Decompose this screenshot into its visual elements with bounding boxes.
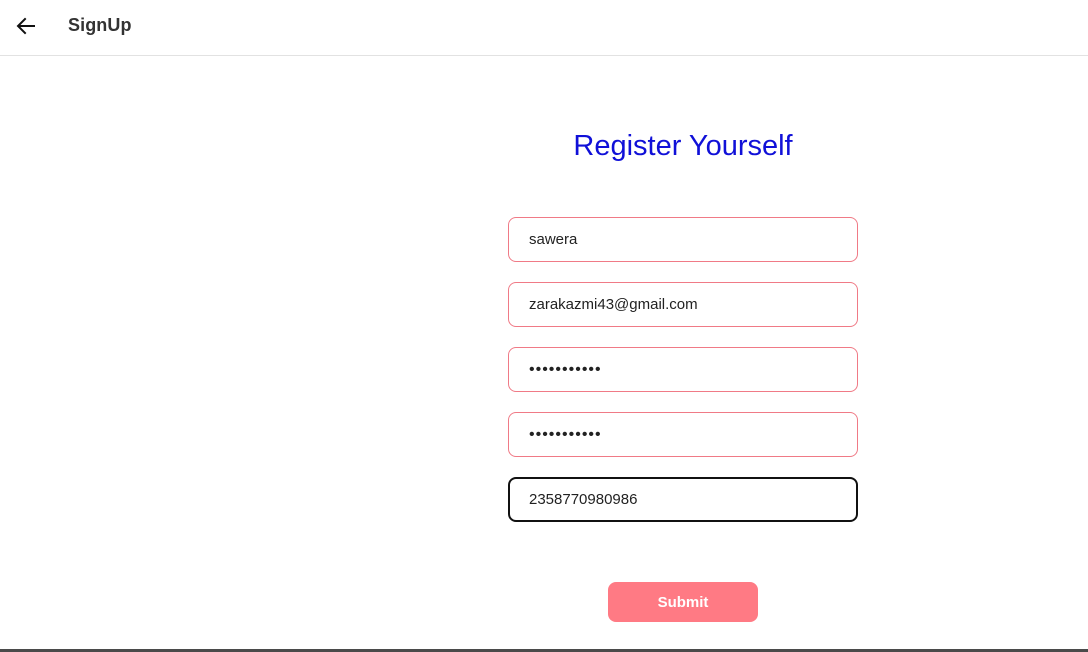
- email-input[interactable]: [529, 296, 837, 313]
- password-input[interactable]: [529, 360, 837, 379]
- confirm-password-field[interactable]: [508, 412, 858, 457]
- back-button[interactable]: [12, 12, 40, 40]
- signup-page: SignUp Register Yourself Submit: [0, 0, 1088, 652]
- arrow-left-icon: [16, 17, 35, 35]
- email-field[interactable]: [508, 282, 858, 327]
- phone-input[interactable]: [529, 491, 837, 508]
- phone-field[interactable]: [508, 477, 858, 522]
- name-field[interactable]: [508, 217, 858, 262]
- name-input[interactable]: [529, 231, 837, 248]
- app-bar: SignUp: [0, 0, 1088, 56]
- page-title: SignUp: [68, 15, 132, 35]
- password-field[interactable]: [508, 347, 858, 392]
- form-heading: Register Yourself: [573, 130, 793, 162]
- confirm-password-input[interactable]: [529, 425, 837, 444]
- submit-button[interactable]: Submit: [608, 582, 758, 622]
